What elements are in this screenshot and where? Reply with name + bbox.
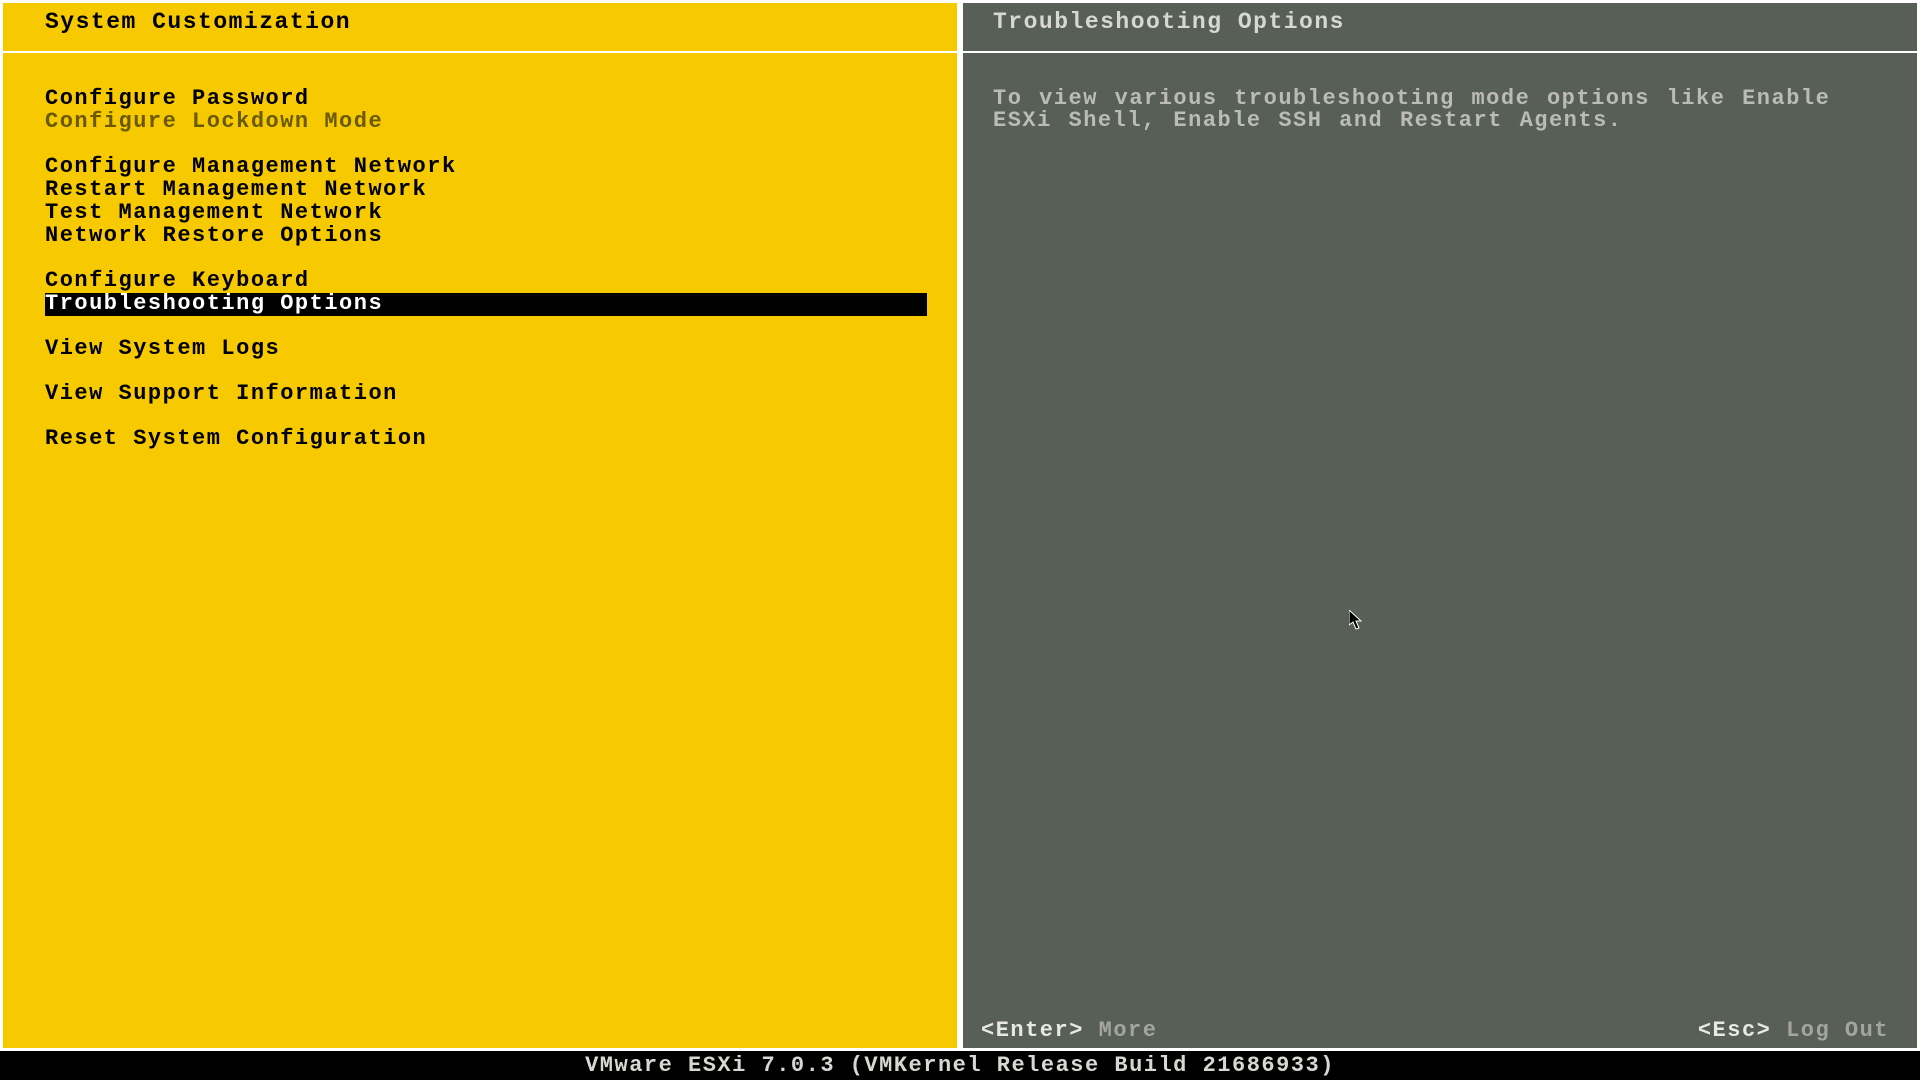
hint-esc[interactable]: <Esc> Log Out [1698, 1020, 1889, 1042]
menu-item[interactable]: Network Restore Options [3, 225, 957, 248]
right-panel: Troubleshooting Options To view various … [960, 0, 1920, 1051]
menu[interactable]: Configure PasswordConfigure Lockdown Mod… [3, 53, 957, 451]
status-text: VMware ESXi 7.0.3 (VMKernel Release Buil… [585, 1055, 1335, 1077]
menu-item[interactable]: Restart Management Network [3, 179, 957, 202]
menu-item[interactable]: Configure Password [3, 88, 957, 111]
menu-item[interactable]: Reset System Configuration [3, 428, 957, 451]
menu-item[interactable]: Troubleshooting Options [45, 293, 927, 316]
menu-item[interactable]: View System Logs [3, 338, 957, 361]
menu-item[interactable]: Configure Lockdown Mode [3, 111, 957, 134]
menu-item[interactable]: Configure Management Network [3, 156, 957, 179]
menu-item[interactable]: View Support Information [3, 383, 957, 406]
dcui-screen: System Customization Configure PasswordC… [0, 0, 1920, 1080]
left-panel-title: System Customization [3, 3, 957, 53]
left-panel: System Customization Configure PasswordC… [0, 0, 960, 1051]
footer-hints: <Enter> More <Esc> Log Out [963, 1020, 1917, 1042]
right-panel-title: Troubleshooting Options [963, 3, 1917, 53]
right-panel-description: To view various troubleshooting mode opt… [963, 53, 1917, 132]
panels: System Customization Configure PasswordC… [0, 0, 1920, 1051]
hint-enter[interactable]: <Enter> More [981, 1020, 1157, 1042]
menu-item[interactable]: Configure Keyboard [3, 270, 957, 293]
status-bar: VMware ESXi 7.0.3 (VMKernel Release Buil… [0, 1051, 1920, 1080]
menu-item[interactable]: Test Management Network [3, 202, 957, 225]
